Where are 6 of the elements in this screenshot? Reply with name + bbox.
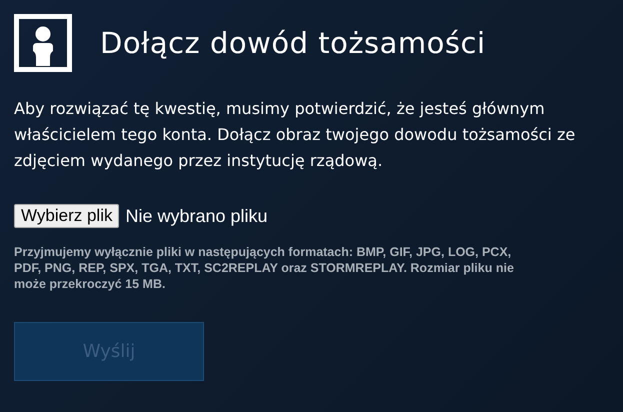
choose-file-button[interactable]: Wybierz plik	[14, 204, 120, 228]
id-card-icon	[14, 14, 72, 72]
page-title: Dołącz dowód tożsamości	[100, 26, 486, 60]
format-note: Przyjmujemy wyłącznie pliki w następujących formatach: BMP, GIF, JPG, LOG, PCX, PDF, PNG, REP, SPX, TGA, TXT, SC2REPLAY oraz STORMREPLAY. Rozmiar pliku nie może przekroczyć 15 MB.	[14, 244, 514, 292]
file-status: Nie wybrano pliku	[125, 206, 268, 226]
intro-text: Aby rozwiązać tę kwestię, musimy potwierdzić, że jesteś głównym właścicielem tego konta. Dołącz obraz twojego dowodu tożsamości ze zdjęciem wydanego przez instytucję rządową.	[14, 98, 576, 172]
